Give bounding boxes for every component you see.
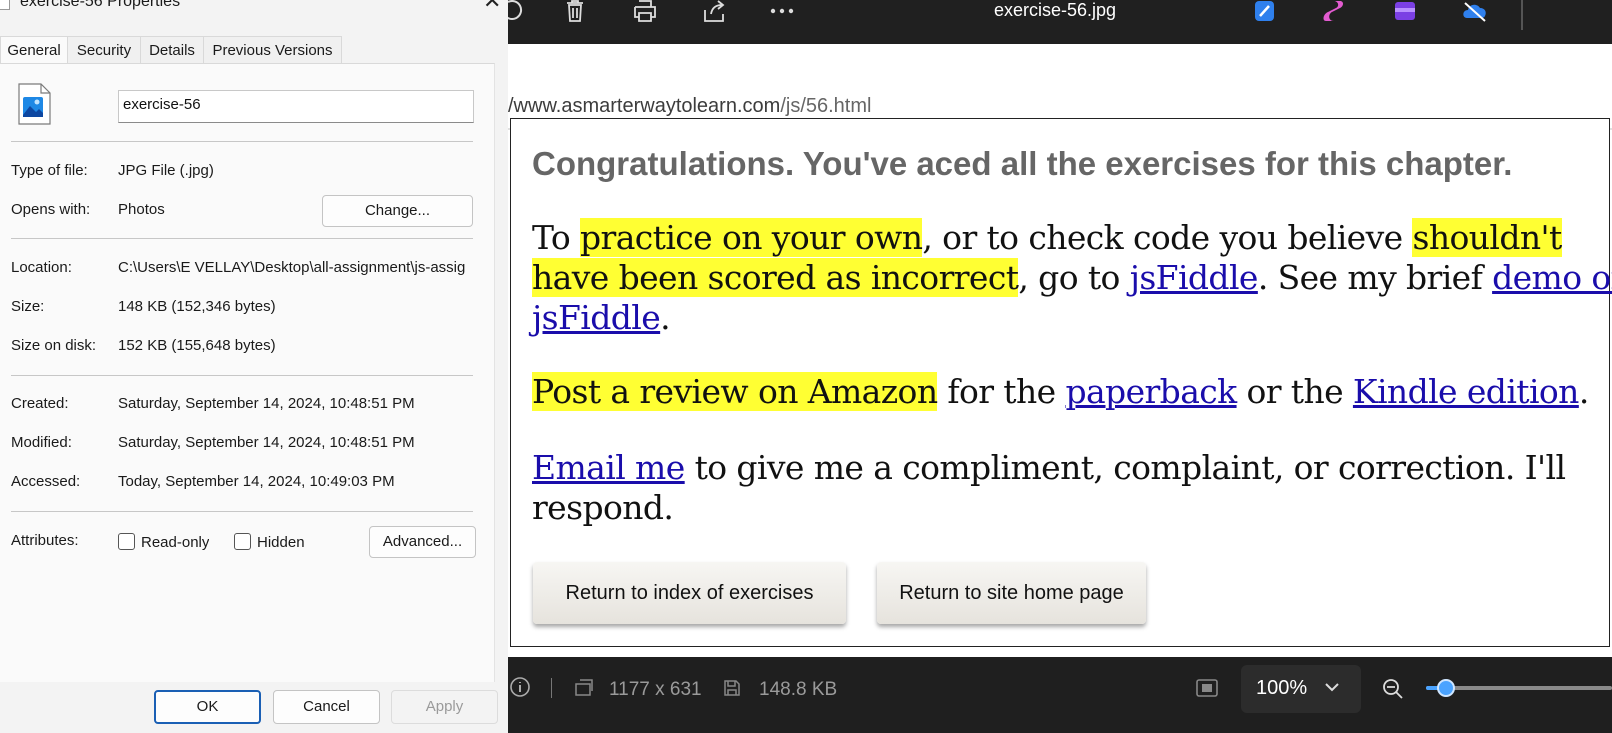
highlighted-text: practice on your own	[580, 218, 923, 257]
url-path: /js/56.html	[780, 95, 872, 117]
read-only-label: Read-only	[141, 534, 210, 551]
text: , or to check code you believe	[922, 218, 1413, 257]
separator	[11, 141, 473, 142]
email-paragraph-line1: Email me to give me a compliment, compla…	[532, 448, 1566, 488]
info-icon[interactable]	[509, 676, 531, 698]
attributes-label: Attributes:	[11, 532, 79, 549]
page-url: /www.asmarterwaytolearn.com/js/56.html	[508, 95, 871, 118]
image-dimensions: 1177 x 631	[609, 679, 702, 700]
created-label: Created:	[11, 395, 69, 412]
separator	[11, 238, 473, 239]
jsfiddle-link[interactable]: jsFiddle	[1130, 258, 1259, 297]
text: . See my brief	[1257, 258, 1493, 297]
review-paragraph: Post a review on Amazon for the paperbac…	[532, 372, 1589, 412]
congratulations-heading: Congratulations. You've aced all the exe…	[532, 145, 1513, 182]
dialog-title: exercise-56 Properties	[20, 0, 181, 10]
opens-with-label: Opens with:	[11, 201, 91, 218]
ok-button[interactable]: OK	[154, 690, 261, 724]
fit-view-icon[interactable]	[1195, 678, 1219, 698]
share-icon[interactable]	[702, 0, 728, 22]
file-name-input[interactable]: exercise-56	[118, 90, 474, 123]
size-value: 148 KB (152,346 bytes)	[118, 298, 276, 315]
demo-link[interactable]: demo of	[1492, 258, 1612, 297]
more-icon[interactable]	[769, 0, 795, 22]
modified-value: Saturday, September 14, 2024, 10:48:51 P…	[118, 434, 415, 451]
chevron-down-icon	[1325, 683, 1339, 692]
paperback-link[interactable]: paperback	[1065, 372, 1237, 411]
type-of-file-label: Type of file:	[11, 162, 88, 179]
image-file-icon	[18, 83, 51, 125]
separator	[11, 375, 473, 376]
opens-with-value: Photos	[118, 201, 165, 218]
location-label: Location:	[11, 259, 72, 276]
return-home-button[interactable]: Return to site home page	[877, 562, 1146, 624]
demo-link[interactable]: jsFiddle	[532, 298, 661, 337]
advanced-button[interactable]: Advanced...	[369, 526, 476, 558]
hidden-checkbox[interactable]	[234, 533, 251, 550]
size-label: Size:	[11, 298, 45, 315]
text: .	[660, 298, 671, 337]
created-value: Saturday, September 14, 2024, 10:48:51 P…	[118, 395, 415, 412]
practice-paragraph-line3: jsFiddle.	[532, 298, 671, 338]
kindle-edition-link[interactable]: Kindle edition	[1353, 372, 1580, 411]
practice-paragraph-line2: have been scored as incorrect, go to jsF…	[532, 258, 1612, 298]
highlighted-text: shouldn't	[1412, 218, 1562, 257]
size-on-disk-label: Size on disk:	[11, 337, 97, 354]
hidden-label: Hidden	[257, 534, 305, 551]
tab-general[interactable]: General	[0, 36, 68, 66]
toolbar-divider	[1521, 0, 1523, 30]
text: for the	[937, 372, 1066, 411]
general-panel	[0, 63, 495, 682]
clipchamp-app-icon[interactable]	[1392, 0, 1418, 22]
trash-icon[interactable]	[562, 0, 588, 22]
type-of-file-value: JPG File (.jpg)	[118, 162, 214, 179]
viewer-toolbar: exercise-56.jpg	[508, 0, 1612, 44]
text: to give me a compliment, complaint, or c…	[684, 448, 1566, 487]
text: To	[532, 218, 581, 257]
paint-app-icon[interactable]	[1252, 0, 1278, 22]
modified-label: Modified:	[11, 434, 72, 451]
status-divider	[551, 678, 552, 698]
text: .	[1578, 372, 1589, 411]
tab-security[interactable]: Security	[67, 36, 141, 64]
print-icon[interactable]	[632, 0, 658, 22]
copilot-app-icon[interactable]	[1322, 0, 1348, 22]
read-only-checkbox[interactable]	[118, 533, 135, 550]
change-button[interactable]: Change...	[322, 195, 473, 227]
zoom-level: 100%	[1256, 677, 1308, 699]
tab-details[interactable]: Details	[140, 36, 204, 64]
save-disk-icon	[724, 680, 740, 696]
separator	[11, 511, 473, 512]
apply-button[interactable]: Apply	[391, 690, 498, 724]
email-paragraph-line2: respond.	[532, 488, 674, 527]
zoom-out-icon[interactable]	[1381, 677, 1405, 701]
location-value: C:\Users\E VELLAY\Desktop\all-assignment…	[118, 259, 466, 276]
highlighted-text: Post a review on Amazon	[532, 372, 938, 411]
text: or the	[1236, 372, 1353, 411]
properties-dialog: exercise-56 Properties ✕ General Securit…	[0, 0, 508, 733]
size-on-disk-value: 152 KB (155,648 bytes)	[118, 337, 276, 354]
close-icon[interactable]: ✕	[483, 0, 501, 14]
cancel-button[interactable]: Cancel	[273, 690, 380, 724]
image-file-small-icon	[0, 0, 10, 10]
tab-previous-versions[interactable]: Previous Versions	[203, 36, 342, 64]
url-domain: /www.asmarterwaytolearn.com	[508, 95, 781, 117]
file-size: 148.8 KB	[759, 679, 838, 700]
dimensions-icon	[575, 679, 593, 696]
rotate-icon[interactable]	[508, 0, 526, 22]
accessed-value: Today, September 14, 2024, 10:49:03 PM	[118, 473, 395, 490]
text: , go to	[1018, 258, 1130, 297]
onedrive-off-icon[interactable]	[1462, 0, 1488, 22]
highlighted-text: have been scored as incorrect	[532, 258, 1019, 297]
email-me-link[interactable]: Email me	[532, 448, 685, 487]
accessed-label: Accessed:	[11, 473, 81, 490]
zoom-slider-thumb[interactable]	[1436, 679, 1455, 697]
practice-paragraph-line1: To practice on your own, or to check cod…	[532, 218, 1562, 258]
return-index-button[interactable]: Return to index of exercises	[533, 562, 846, 624]
viewer-title: exercise-56.jpg	[994, 0, 1117, 20]
